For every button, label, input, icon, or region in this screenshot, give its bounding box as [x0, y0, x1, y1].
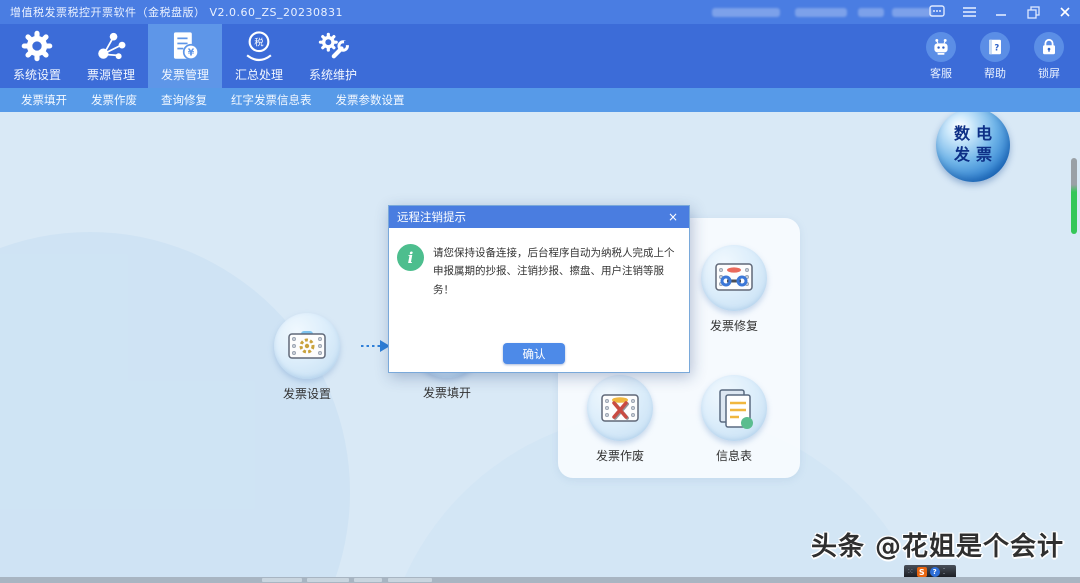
dialog-body: i 请您保持设备连接，后台程序自动为纳税人完成上个申报属期的抄报、注销抄报、擦盘…: [389, 228, 689, 299]
help-button[interactable]: ? 帮助: [974, 24, 1016, 88]
toolbar-item-invoice-management[interactable]: ¥ 发票管理: [148, 24, 222, 88]
badge-line1: 数电: [953, 124, 998, 144]
shortcut-label: 发票填开: [422, 386, 471, 400]
submenu-query-repair[interactable]: 查询修复: [161, 92, 207, 108]
shortcut-invoice-void[interactable]: 发票作废: [575, 375, 665, 464]
info-icon: i: [397, 244, 424, 271]
submenu-invoice-fill[interactable]: 发票填开: [21, 92, 67, 108]
toolbar-item-system-settings[interactable]: 系统设置: [0, 24, 74, 88]
shortcut-invoice-settings[interactable]: 发票设置: [262, 313, 352, 402]
submenu-red-invoice-info[interactable]: 红字发票信息表: [231, 92, 312, 108]
toolbar-item-label: 汇总处理: [234, 68, 283, 82]
digital-invoice-badge: 数电 发票: [936, 112, 1010, 182]
background-circle: [0, 232, 350, 577]
toolbar-item-label: 票源管理: [86, 68, 135, 82]
restore-button[interactable]: [1022, 2, 1044, 22]
message-icon[interactable]: [926, 2, 948, 22]
gear-icon: [21, 30, 53, 62]
invoice-repair-icon: [701, 245, 767, 311]
shortcut-invoice-repair[interactable]: 发票修复: [689, 245, 779, 334]
submenu-bar: 发票填开 发票作废 查询修复 红字发票信息表 发票参数设置: [0, 88, 1080, 112]
redacted-text-block: [795, 8, 847, 17]
title-bar: 增值税发票税控开票软件（金税盘版） V2.0.60_ZS_20230831: [0, 0, 1080, 24]
taskbar-item[interactable]: [388, 578, 432, 582]
main-toolbar: 系统设置 票源管理 ¥ 发票管理 税 汇总处理 系统维护 客服 ? 帮助 锁屏: [0, 24, 1080, 88]
submenu-invoice-void[interactable]: 发票作废: [91, 92, 137, 108]
svg-text:税: 税: [254, 37, 264, 49]
ime-grip-icon[interactable]: ⁙: [907, 568, 914, 576]
shortcut-label: 发票修复: [709, 319, 758, 333]
menu-icon[interactable]: [958, 2, 980, 22]
shortcut-info-table[interactable]: 信息表: [689, 375, 779, 464]
toolbar-item-label: 发票管理: [160, 68, 209, 82]
toolbar-right-label: 客服: [930, 66, 952, 80]
shortcut-label: 发票作废: [595, 449, 644, 463]
toolbar-right-label: 帮助: [984, 66, 1006, 80]
gear-wrench-icon: [318, 32, 350, 59]
toolbar-item-summary-processing[interactable]: 税 汇总处理: [222, 24, 296, 88]
toolbar-right-group: 客服 ? 帮助 锁屏: [920, 24, 1070, 88]
ime-help-icon[interactable]: ?: [929, 567, 940, 577]
customer-service-button[interactable]: 客服: [920, 24, 962, 88]
scrollbar-thumb[interactable]: [1071, 158, 1077, 234]
invoice-doc-icon: ¥: [173, 32, 200, 61]
ime-language-bar[interactable]: ⁙ S ? ⁚: [904, 565, 956, 577]
toolbar-item-label: 系统维护: [308, 68, 357, 82]
dialog-title-bar[interactable]: 远程注销提示 ×: [389, 206, 689, 228]
watermark-text: 头条 @花姐是个会计: [810, 532, 1064, 562]
submenu-invoice-params[interactable]: 发票参数设置: [336, 92, 405, 108]
taskbar-item[interactable]: [307, 578, 349, 582]
window-controls: [926, 0, 1076, 24]
minimize-button[interactable]: [990, 2, 1012, 22]
toolbar-item-system-maintenance[interactable]: 系统维护: [296, 24, 370, 88]
confirm-button[interactable]: 确认: [503, 343, 565, 364]
svg-text:?: ?: [994, 42, 999, 52]
close-button[interactable]: [1054, 2, 1076, 22]
dialog-close-icon[interactable]: ×: [665, 210, 681, 224]
toolbar-right-label: 锁屏: [1038, 66, 1060, 80]
lock-screen-button[interactable]: 锁屏: [1028, 24, 1070, 88]
toolbar-item-ticket-source[interactable]: 票源管理: [74, 24, 148, 88]
help-book-icon: ?: [980, 31, 1010, 62]
taskbar-item[interactable]: [262, 578, 302, 582]
robot-icon: [926, 31, 956, 62]
desktop-area: 数电 发票 发票设置 发票填开 发票修复 发票作废 信息表 远程注销提示 × i…: [0, 112, 1080, 577]
toolbar-item-label: 系统设置: [12, 68, 61, 82]
shortcut-label: 发票设置: [282, 387, 331, 401]
dialog-title: 远程注销提示: [397, 210, 466, 224]
remote-logout-dialog: 远程注销提示 × i 请您保持设备连接，后台程序自动为纳税人完成上个申报属期的抄…: [388, 205, 690, 373]
ime-sogou-icon[interactable]: S: [916, 567, 927, 577]
lock-icon: [1034, 31, 1064, 62]
taskbar-item[interactable]: [354, 578, 382, 582]
window-title: 增值税发票税控开票软件（金税盘版） V2.0.60_ZS_20230831: [10, 6, 344, 19]
invoice-settings-icon: [274, 313, 340, 379]
redacted-text-block: [712, 8, 780, 17]
network-nodes-icon: [98, 32, 126, 60]
invoice-void-icon: [587, 375, 653, 441]
dialog-message: 请您保持设备连接，后台程序自动为纳税人完成上个申报属期的抄报、注销抄报、擦盘、用…: [433, 247, 675, 296]
tax-circle-icon: 税: [246, 31, 272, 62]
app-window: 增值税发票税控开票软件（金税盘版） V2.0.60_ZS_20230831 系统…: [0, 0, 1080, 583]
shortcut-label: 信息表: [715, 449, 752, 463]
redacted-text-block: [858, 8, 884, 17]
taskbar-strip: [0, 577, 1080, 583]
ime-menu-icon[interactable]: ⁚: [943, 568, 946, 576]
badge-line2: 发票: [953, 145, 998, 164]
svg-text:¥: ¥: [188, 47, 195, 58]
info-table-icon: [701, 375, 767, 441]
